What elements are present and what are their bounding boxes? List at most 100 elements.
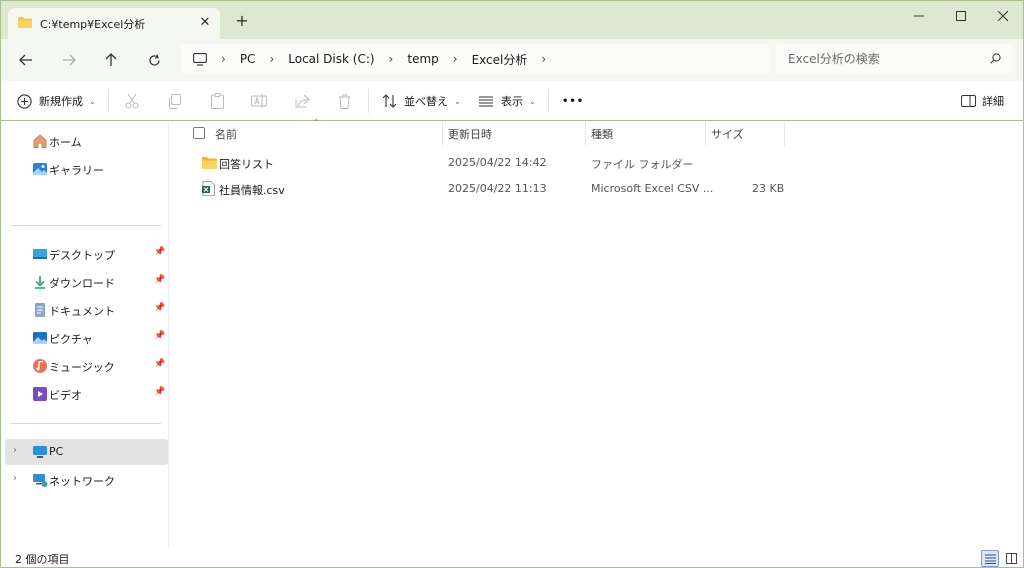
pin-icon[interactable]: 📌 [154, 331, 165, 341]
file-name: 社員情報.csv [219, 184, 285, 197]
arrow-right-icon [63, 54, 76, 66]
chevron-right-icon[interactable]: › [13, 445, 17, 456]
breadcrumb-excel-folder[interactable]: Excel分析 [472, 51, 528, 68]
breadcrumb-chevron-icon[interactable]: › [453, 52, 458, 66]
view-button[interactable]: 表示 ⌄ [479, 89, 536, 113]
paste-button[interactable] [207, 91, 227, 111]
breadcrumb-temp[interactable]: temp [407, 52, 438, 66]
command-divider [368, 89, 369, 113]
pin-icon[interactable]: 📌 [154, 359, 165, 369]
folder-icon [202, 156, 217, 172]
address-bar[interactable]: › PC › Local Disk (C:) › temp › Excel分析 … [181, 44, 769, 74]
details-pane-button[interactable]: 詳細 [961, 89, 1004, 113]
search-input[interactable] [788, 50, 978, 68]
close-window-button[interactable] [983, 1, 1023, 31]
breadcrumb-pc[interactable]: PC [240, 52, 256, 66]
plus-circle-icon [17, 93, 32, 109]
sidebar-item-desktop[interactable]: デスクトップ 📌 [1, 241, 168, 267]
rename-icon [251, 94, 267, 108]
gallery-icon [32, 161, 48, 177]
search-box[interactable] [776, 44, 1012, 74]
forward-button[interactable] [55, 47, 83, 73]
sidebar-item-label: ドキュメント [49, 305, 115, 318]
sidebar-item-network[interactable]: › ネットワーク [1, 467, 168, 493]
document-icon [32, 302, 48, 318]
more-options-button[interactable]: ••• [562, 89, 584, 113]
breadcrumb-chevron-icon[interactable]: › [269, 52, 274, 66]
minimize-button[interactable] [899, 1, 939, 31]
sidebar-item-label: ピクチャ [49, 333, 93, 346]
sidebar-item-home[interactable]: ホーム [1, 128, 168, 154]
tab-close-button[interactable]: ✕ [196, 14, 214, 32]
download-icon [32, 274, 48, 290]
file-modified: 2025/04/22 14:42 [448, 156, 547, 169]
sidebar-item-documents[interactable]: ドキュメント 📌 [1, 297, 168, 323]
breadcrumb-chevron-icon: › [221, 52, 226, 66]
sidebar-divider [11, 225, 161, 226]
file-type: ファイル フォルダー [591, 158, 694, 171]
up-button[interactable] [97, 47, 125, 73]
pin-icon[interactable]: 📌 [154, 247, 165, 257]
sidebar-item-label: ホーム [49, 136, 82, 149]
view-button-label: 表示 [501, 95, 523, 108]
details-pane-icon [961, 95, 976, 107]
search-icon[interactable] [990, 53, 1001, 67]
refresh-button[interactable] [140, 47, 168, 73]
column-header-label: 名前 [215, 128, 237, 141]
excel-csv-icon [202, 181, 215, 199]
new-button-label: 新規作成 [39, 95, 83, 108]
sort-button[interactable]: 並べ替え ⌄ [382, 89, 461, 113]
sidebar-item-pictures[interactable]: ピクチャ 📌 [1, 325, 168, 351]
maximize-button[interactable] [941, 1, 981, 31]
title-bar: C:¥temp¥Excel分析 ✕ + [1, 1, 1023, 39]
breadcrumb-chevron-icon[interactable]: › [389, 52, 394, 66]
file-name: 回答リスト [219, 158, 274, 171]
sidebar-item-gallery[interactable]: ギャラリー [1, 156, 168, 182]
sidebar-item-label: ビデオ [49, 389, 82, 402]
file-row[interactable]: 回答リスト 2025/04/22 14:42 ファイル フォルダー [170, 150, 810, 176]
sidebar-item-label: ネットワーク [49, 475, 115, 488]
file-modified: 2025/04/22 11:13 [448, 182, 547, 195]
cut-button[interactable] [122, 91, 142, 111]
sidebar-divider [11, 423, 161, 424]
tab-current-folder[interactable]: C:¥temp¥Excel分析 ✕ [8, 8, 220, 39]
sidebar-item-music[interactable]: ミュージック 📌 [1, 353, 168, 379]
tiles-view-icon [1005, 553, 1017, 564]
command-divider [108, 89, 109, 113]
pin-icon[interactable]: 📌 [154, 303, 165, 313]
sidebar-item-label: PC [49, 445, 64, 458]
pictures-icon [32, 330, 48, 346]
chevron-right-icon[interactable]: › [13, 473, 17, 484]
sort-icon [382, 94, 397, 108]
view-list-icon [479, 96, 493, 106]
sidebar-item-downloads[interactable]: ダウンロード 📌 [1, 269, 168, 295]
back-button[interactable] [12, 47, 40, 73]
new-tab-button[interactable]: + [232, 11, 252, 31]
column-header-modified[interactable]: 更新日時 [443, 122, 586, 146]
breadcrumb-local-disk[interactable]: Local Disk (C:) [288, 52, 374, 66]
pin-icon[interactable]: 📌 [154, 387, 165, 397]
column-header-size[interactable]: サイズ [706, 122, 785, 146]
pc-monitor-icon [193, 52, 207, 66]
pin-icon[interactable]: 📌 [154, 275, 165, 285]
navigation-pane: ホーム ギャラリー デスクトップ 📌 ダウンロード 📌 ドキュメント 📌 ピクチ… [1, 122, 169, 548]
new-button[interactable]: 新規作成 ⌄ [17, 89, 96, 113]
share-button[interactable] [292, 91, 312, 111]
copy-button[interactable] [165, 91, 185, 111]
breadcrumb-chevron-icon[interactable]: › [541, 52, 546, 66]
rename-button[interactable] [249, 91, 269, 111]
sidebar-item-label: ミュージック [49, 361, 115, 374]
column-header-name[interactable]: 名前 [210, 122, 443, 146]
sidebar-item-pc[interactable]: › PC [5, 439, 168, 465]
tab-title: C:¥temp¥Excel分析 [40, 18, 146, 31]
select-all-checkbox[interactable] [193, 127, 205, 139]
details-view-button[interactable] [981, 550, 999, 567]
sidebar-item-videos[interactable]: ビデオ 📌 [1, 381, 168, 407]
delete-button[interactable] [334, 91, 354, 111]
trash-icon [338, 94, 350, 109]
chevron-down-icon: ⌄ [89, 96, 96, 106]
file-row[interactable]: 社員情報.csv 2025/04/22 11:13 Microsoft Exce… [170, 176, 810, 202]
column-header-type[interactable]: 種類 [586, 122, 706, 146]
tiles-view-button[interactable] [1002, 550, 1020, 567]
pc-icon [32, 444, 48, 460]
